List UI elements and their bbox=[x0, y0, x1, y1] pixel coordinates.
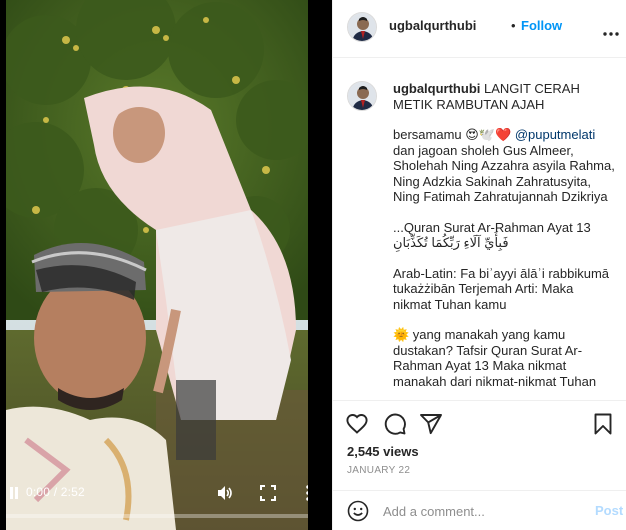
caption-family: dan jagoan sholeh Gus Almeer, Sholehah N… bbox=[393, 142, 615, 205]
header-username[interactable]: ugbalqurthubi bbox=[389, 18, 476, 33]
comment-icon[interactable] bbox=[383, 412, 407, 436]
post-header: ugbalqurthubi • Follow bbox=[333, 0, 626, 58]
heart-icon[interactable] bbox=[345, 412, 369, 436]
caption-quran: ...Quran Surat Ar-Rahman Ayat 13 فَبِأَي… bbox=[393, 219, 591, 251]
video-controls: 0:00 / 2:52 bbox=[6, 478, 332, 508]
post-button[interactable]: Post bbox=[595, 503, 623, 518]
video-player[interactable]: 0:00 / 2:52 bbox=[6, 0, 332, 530]
avatar[interactable] bbox=[347, 12, 377, 42]
paper-plane-icon[interactable] bbox=[419, 412, 443, 436]
header-separator: • bbox=[511, 18, 516, 33]
follow-button[interactable]: Follow bbox=[521, 18, 562, 33]
post-date[interactable]: JANUARY 22 bbox=[347, 465, 410, 476]
caption-with: bersamamu 😍🕊️❤️ bbox=[393, 127, 512, 142]
more-horizontal-icon[interactable] bbox=[603, 24, 619, 36]
mention-link[interactable]: @puputmelati bbox=[515, 127, 595, 142]
post-actions bbox=[333, 404, 626, 444]
post-caption: ugbalqurthubi LANGIT CERAH METIK RAMBUTA… bbox=[393, 81, 615, 400]
video-frame bbox=[6, 0, 308, 530]
bookmark-icon[interactable] bbox=[591, 412, 615, 436]
post-sidebar: ugbalqurthubi • Follow ugbalqurthubi LAN… bbox=[332, 0, 626, 530]
video-time: 0:00 / 2:52 bbox=[26, 485, 85, 499]
volume-icon[interactable] bbox=[216, 484, 234, 502]
comments-section[interactable]: ugbalqurthubi LANGIT CERAH METIK RAMBUTA… bbox=[333, 59, 626, 401]
video-progress-bar[interactable] bbox=[6, 514, 308, 518]
fullscreen-icon[interactable] bbox=[260, 485, 276, 501]
caption-latin: Arab-Latin: Fa biʾayyi ālāʾi rabbikumā t… bbox=[393, 265, 610, 312]
pause-icon[interactable] bbox=[6, 478, 22, 508]
video-letterbox-right bbox=[308, 0, 332, 530]
caption-avatar[interactable] bbox=[347, 81, 377, 111]
view-count[interactable]: 2,545 views bbox=[347, 444, 419, 459]
caption-tafsir: 🌞 yang manakah yang kamu dustakan? Tafsi… bbox=[393, 327, 597, 389]
comment-bar: Post bbox=[333, 490, 626, 530]
smiley-icon[interactable] bbox=[347, 500, 369, 522]
caption-username[interactable]: ugbalqurthubi bbox=[393, 81, 480, 96]
comment-input[interactable] bbox=[383, 499, 573, 523]
